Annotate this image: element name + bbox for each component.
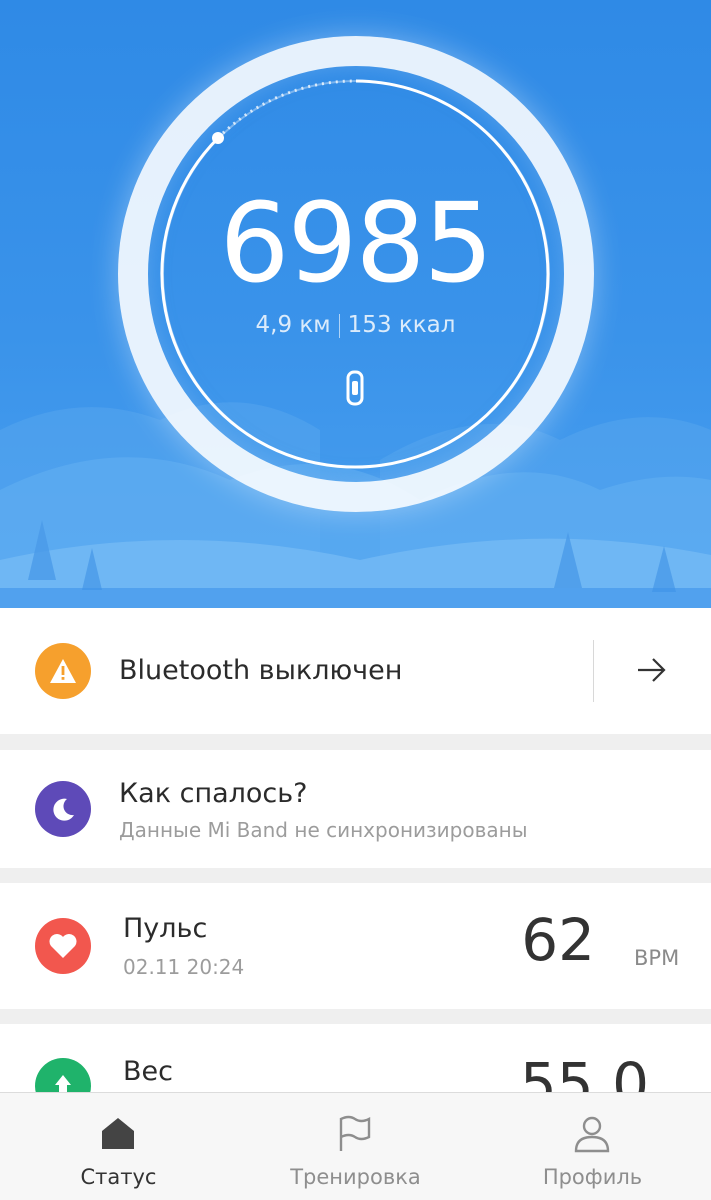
bluetooth-title: Bluetooth выключен — [119, 655, 403, 686]
pulse-unit: BPM — [634, 946, 680, 970]
pulse-timestamp: 02.11 20:24 — [123, 955, 245, 979]
nav-label-status: Статус — [80, 1165, 157, 1189]
flag-icon — [339, 1115, 371, 1151]
card-divider — [593, 640, 594, 702]
mi-band-icon — [346, 370, 364, 406]
scale-icon — [35, 1058, 91, 1094]
arrow-right-icon[interactable] — [636, 656, 668, 684]
sleep-card[interactable]: z Как спалось? Данные Mi Band не синхрон… — [0, 750, 711, 868]
person-icon — [574, 1116, 610, 1153]
sleep-subtitle: Данные Mi Band не синхронизированы — [119, 818, 528, 842]
pulse-value: 62 — [521, 906, 595, 974]
nav-item-status[interactable]: Статус — [0, 1093, 237, 1200]
home-icon — [102, 1118, 134, 1149]
heart-icon — [35, 918, 91, 974]
bottom-navigation: Статус Тренировка Профиль — [0, 1092, 711, 1200]
svg-text:z: z — [64, 802, 69, 812]
stats-separator — [338, 313, 340, 338]
pulse-title: Пульс — [123, 913, 208, 944]
nav-label-profile: Профиль — [542, 1165, 643, 1189]
nav-label-training: Тренировка — [290, 1165, 421, 1189]
bluetooth-card[interactable]: Bluetooth выключен — [0, 608, 711, 734]
distance-calories: 4,9 км 153 ккал — [0, 312, 711, 338]
sleep-title: Как спалось? — [119, 778, 308, 809]
calories-value: 153 ккал — [347, 312, 456, 338]
distance-value: 4,9 км — [255, 312, 331, 338]
pulse-card[interactable]: Пульс 02.11 20:24 — [0, 883, 711, 1009]
warning-icon — [35, 643, 91, 699]
step-count: 6985 — [219, 179, 494, 307]
weight-title: Вес — [123, 1056, 173, 1087]
nav-item-profile[interactable]: Профиль — [474, 1093, 711, 1200]
nav-item-training[interactable]: Тренировка — [237, 1093, 474, 1200]
step-summary-hero[interactable]: 6985 4,9 км 153 ккал — [0, 0, 711, 608]
moon-sleep-icon: z — [35, 781, 91, 837]
